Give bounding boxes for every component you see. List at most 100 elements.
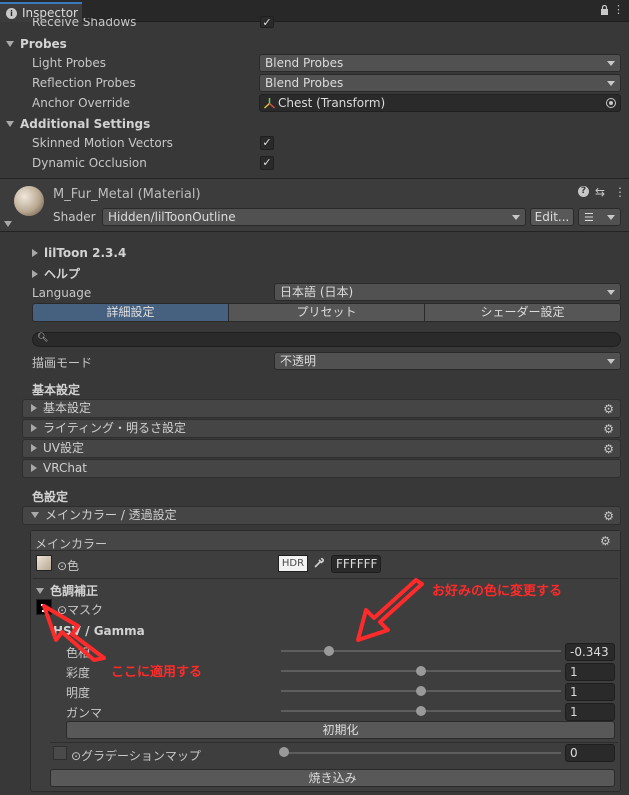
gradation-slider-track[interactable] [281,752,561,754]
help-label: ヘルプ [44,267,81,281]
skinned-motion-vectors-checkbox[interactable]: ✓ [260,136,274,150]
color-correction-foldout[interactable]: 色調補正 [36,582,98,599]
collapse-icon [31,464,37,472]
tab-detail-settings[interactable]: 詳細設定 [32,303,229,322]
render-mode-value: 不透明 [280,354,317,368]
collapse-icon [31,404,37,412]
slider-label: 明度 [66,686,91,700]
lock-icon[interactable] [600,5,609,15]
kebab-menu-icon[interactable]: ⋮ [613,4,624,15]
gear-icon[interactable]: ⚙ [600,534,611,548]
color-texture-thumbnail[interactable] [36,555,52,571]
dropdown-arrow-icon [607,290,615,295]
shader-value: Hidden/lilToonOutline [108,210,236,224]
gradation-slider-thumb[interactable] [279,747,289,757]
dropdown-arrow-icon [607,61,615,66]
gear-icon[interactable]: ⚙ [603,441,614,458]
slider-thumb[interactable] [416,686,426,696]
dynamic-occlusion-checkbox[interactable]: ✓ [260,156,274,170]
shader-label: Shader [53,210,96,224]
foldout-label: 基本設定 [43,401,92,415]
section-divider [33,578,618,579]
material-preview-icon[interactable] [14,186,44,216]
receive-shadows-checkbox[interactable]: ✓ [260,16,274,29]
help-foldout[interactable]: ヘルプ [32,265,80,282]
dropdown-arrow-icon [607,81,615,86]
color-hex-field[interactable]: FFFFFF [331,555,381,573]
shader-dropdown[interactable]: Hidden/lilToonOutline [102,208,526,226]
collapse-icon [31,444,37,452]
gradation-map-thumbnail[interactable] [53,746,67,760]
foldout-label: ライティング・明るさ設定 [43,421,187,435]
foldout-vrchat[interactable]: VRChat [22,459,621,478]
section-divider [0,231,629,232]
basic-settings-header: 基本設定 [32,383,81,397]
slider-thumb[interactable] [416,706,426,716]
annotation-arrow-change-color [356,578,424,642]
slider-value-field[interactable]: 1 [565,683,615,701]
foldout-main-color[interactable]: メインカラー / 透過設定 ⚙ [22,506,621,525]
reset-button[interactable]: 初期化 [66,721,615,739]
anchor-override-field[interactable]: Chest (Transform) [259,94,621,112]
liltoon-version: lilToon 2.3.4 [44,246,127,260]
object-picker-icon[interactable] [606,98,616,108]
additional-settings-label: Additional Settings [20,117,151,131]
settings-tabs: 詳細設定 プリセット シェーダー設定 [32,303,621,322]
presets-icon[interactable]: ⇆ [595,185,605,199]
reflection-probes-dropdown[interactable]: Blend Probes [259,74,621,92]
slider-thumb[interactable] [323,646,334,656]
search-icon: 🔍︎ [37,333,49,343]
list-icon: ☰ [584,211,594,224]
annotation-arrow-apply-here [42,604,106,662]
kebab-menu-icon[interactable]: ⋮ [614,185,626,199]
foldout-basic-settings[interactable]: 基本設定 ⚙ [22,399,621,418]
material-collapse-icon[interactable] [4,221,12,227]
slider-thumb[interactable] [416,666,426,676]
hdr-color-swatch[interactable]: HDR [278,555,308,572]
receive-shadows-label: Receive Shadows [32,18,137,28]
bake-button[interactable]: 焼き込み [50,769,615,787]
slider-value-field[interactable]: -0.343 [565,643,615,661]
foldout-label: VRChat [43,461,87,475]
color-settings-header: 色設定 [32,490,69,504]
liltoon-version-foldout[interactable]: lilToon 2.3.4 [32,246,126,260]
search-input[interactable]: 🔍︎ [32,332,621,347]
main-color-box-header [31,531,620,551]
slider-value-field[interactable]: 1 [565,663,615,681]
render-mode-dropdown[interactable]: 不透明 [274,352,621,370]
expand-icon [6,121,14,127]
shader-menu-dropdown[interactable]: ☰ [578,208,621,226]
anchor-override-label: Anchor Override [32,96,131,110]
tab-shader-settings[interactable]: シェーダー設定 [425,303,621,322]
dynamic-occlusion-label: Dynamic Occlusion [32,156,147,170]
foldout-lighting-settings[interactable]: ライティング・明るさ設定 ⚙ [22,419,621,438]
language-dropdown[interactable]: 日本語 (日本) [274,283,621,301]
light-probes-label: Light Probes [32,56,107,70]
expand-icon [31,512,39,518]
probes-header[interactable]: Probes [6,37,67,51]
dropdown-arrow-icon [607,359,615,364]
gear-icon[interactable]: ⚙ [603,401,614,418]
gear-icon[interactable]: ⚙ [603,421,614,438]
annotation-change-color: お好みの色に変更する [432,584,563,599]
gradation-value-field[interactable]: 0 [565,744,615,762]
edit-shader-button[interactable]: Edit... [530,208,574,226]
gradation-map-label: ⊙グラデーションマップ [71,749,201,763]
anchor-override-value: Chest (Transform) [278,96,386,110]
foldout-label: UV設定 [43,441,84,455]
section-divider [50,742,618,743]
language-value: 日本語 (日本) [280,285,354,299]
light-probes-dropdown[interactable]: Blend Probes [259,54,621,72]
color-correction-label: 色調補正 [50,584,99,598]
tab-presets[interactable]: プリセット [229,303,425,322]
dropdown-arrow-icon [607,215,615,220]
additional-settings-header[interactable]: Additional Settings [6,117,150,131]
slider-value-field[interactable]: 1 [565,703,615,721]
foldout-uv-settings[interactable]: UV設定 ⚙ [22,439,621,458]
foldout-label: メインカラー / 透過設定 [45,508,177,522]
eyedropper-icon[interactable] [313,557,325,569]
render-mode-label: 描画モード [32,356,93,370]
help-icon[interactable]: ? [578,186,589,197]
gear-icon[interactable]: ⚙ [603,508,614,525]
slider-label: ガンマ [66,706,103,720]
